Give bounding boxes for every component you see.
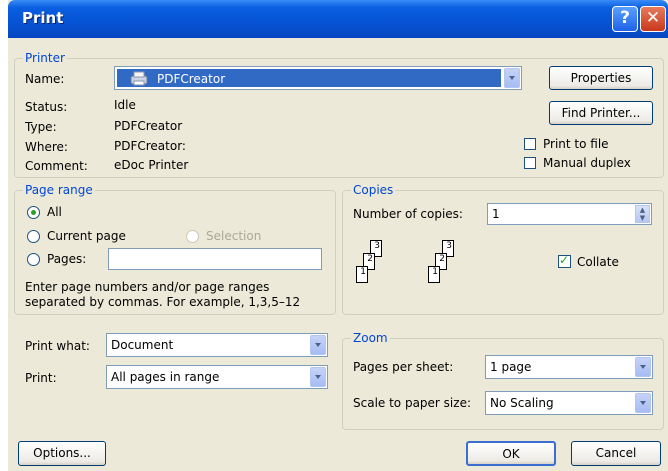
page-range-legend: Page range bbox=[23, 183, 95, 197]
copies-legend: Copies bbox=[351, 183, 396, 197]
chevron-down-icon[interactable] bbox=[310, 367, 326, 387]
chevron-down-icon[interactable] bbox=[635, 393, 651, 413]
comment-value: eDoc Printer bbox=[114, 158, 189, 172]
print-to-file-checkbox[interactable] bbox=[524, 138, 536, 150]
all-label: All bbox=[47, 205, 62, 219]
collate-stack-2: 3 2 1 bbox=[428, 240, 468, 302]
print-what-select[interactable]: Document bbox=[106, 333, 328, 357]
comment-label: Comment: bbox=[25, 159, 88, 173]
properties-button[interactable]: Properties bbox=[549, 66, 653, 90]
pages-per-sheet-select[interactable]: 1 page bbox=[485, 355, 653, 379]
zoom-group: Zoom bbox=[342, 331, 664, 430]
printer-legend: Printer bbox=[23, 51, 67, 65]
chevron-down-icon[interactable] bbox=[504, 68, 520, 88]
printer-name-combo[interactable]: PDFCreator bbox=[114, 66, 522, 90]
printer-name-label: Name: bbox=[25, 72, 65, 86]
pages-label: Pages: bbox=[47, 252, 87, 266]
collate-checkbox[interactable]: ✓ bbox=[558, 253, 571, 268]
scale-to-paper-size-label: Scale to paper size: bbox=[353, 396, 471, 410]
printer-name-value: PDFCreator bbox=[157, 72, 226, 86]
cancel-button[interactable]: Cancel bbox=[571, 441, 661, 466]
print-select[interactable]: All pages in range bbox=[106, 365, 328, 389]
page-range-hint: Enter page numbers and/or page ranges se… bbox=[25, 280, 301, 309]
manual-duplex-label: Manual duplex bbox=[543, 156, 631, 170]
print-label: Print: bbox=[25, 371, 57, 385]
pages-radio[interactable] bbox=[27, 253, 40, 266]
where-label: Where: bbox=[25, 140, 68, 154]
collate-label: Collate bbox=[577, 255, 619, 269]
all-radio[interactable] bbox=[27, 206, 40, 219]
options-button[interactable]: Options... bbox=[18, 441, 106, 466]
printer-icon bbox=[127, 71, 151, 86]
type-label: Type: bbox=[25, 120, 57, 134]
selection-label: Selection bbox=[206, 229, 262, 243]
type-value: PDFCreator bbox=[114, 119, 183, 133]
pages-input[interactable] bbox=[108, 248, 322, 270]
print-to-file-label: Print to file bbox=[543, 137, 609, 151]
current-page-radio[interactable] bbox=[27, 230, 40, 243]
print-what-label: Print what: bbox=[25, 339, 90, 353]
print-dialog: Print ? ✕ Printer Name: PDFCreator Statu… bbox=[8, 0, 668, 471]
close-icon[interactable]: ✕ bbox=[640, 6, 666, 32]
chevron-down-icon[interactable] bbox=[635, 357, 651, 377]
status-value: Idle bbox=[114, 98, 136, 112]
page-icon: 1 bbox=[428, 266, 440, 283]
printer-selected-row: PDFCreator bbox=[117, 69, 501, 87]
window-title: Print bbox=[22, 9, 64, 27]
title-bar[interactable]: Print ? ✕ bbox=[8, 0, 668, 38]
find-printer-button[interactable]: Find Printer... bbox=[549, 101, 653, 125]
checkmark-icon: ✓ bbox=[559, 253, 570, 267]
spin-icon[interactable]: ▲ ▼ bbox=[635, 205, 650, 223]
manual-duplex-checkbox[interactable] bbox=[524, 157, 536, 169]
number-of-copies-label: Number of copies: bbox=[353, 207, 463, 221]
current-page-label: Current page bbox=[47, 229, 126, 243]
ok-button[interactable]: OK bbox=[466, 441, 556, 466]
number-of-copies-stepper[interactable]: 1 ▲ ▼ bbox=[487, 203, 652, 225]
scale-to-paper-size-select[interactable]: No Scaling bbox=[485, 391, 653, 415]
chevron-down-icon[interactable] bbox=[310, 335, 326, 355]
collate-stack-1: 3 2 1 bbox=[356, 240, 396, 302]
zoom-legend: Zoom bbox=[351, 331, 390, 345]
help-icon[interactable]: ? bbox=[612, 6, 638, 32]
where-value: PDFCreator: bbox=[114, 139, 186, 153]
page-icon: 1 bbox=[356, 266, 368, 283]
pages-per-sheet-label: Pages per sheet: bbox=[353, 360, 454, 374]
selection-radio[interactable] bbox=[186, 230, 199, 243]
status-label: Status: bbox=[25, 100, 68, 114]
